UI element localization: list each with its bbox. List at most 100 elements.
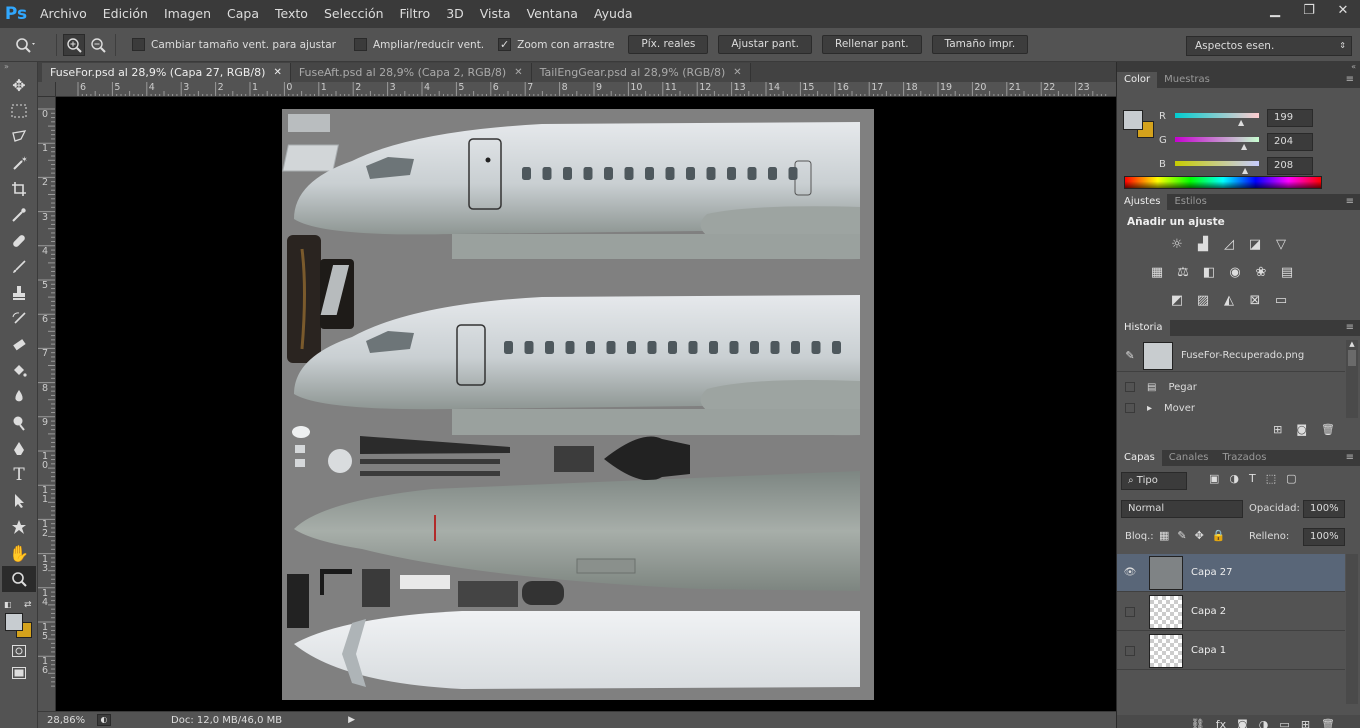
close-button[interactable]: ✕ — [1326, 0, 1360, 20]
clone-stamp-tool[interactable] — [2, 280, 36, 306]
r-slider[interactable] — [1175, 113, 1259, 118]
crop-tool[interactable] — [2, 176, 36, 202]
fx-icon[interactable]: fx — [1216, 718, 1226, 728]
layer-row[interactable]: Capa 2 — [1117, 593, 1345, 631]
hand-tool[interactable]: ✋ — [2, 540, 36, 566]
shape-filter-icon[interactable]: ⬚ — [1266, 472, 1276, 485]
eye-icon[interactable]: 👁 — [1117, 567, 1143, 578]
path-selection-tool[interactable] — [2, 488, 36, 514]
new-layer-icon[interactable]: ⊞ — [1301, 718, 1310, 728]
blend-mode-select[interactable]: Normal — [1121, 500, 1243, 518]
zoom-level[interactable]: 28,86% — [47, 715, 91, 726]
history-item[interactable]: ▤ Pegar — [1117, 376, 1345, 398]
swap-colors-icon[interactable]: ⇄ — [24, 600, 32, 610]
restore-button[interactable]: ❐ — [1292, 0, 1326, 20]
history-checkbox[interactable] — [1125, 382, 1135, 392]
marquee-tool[interactable] — [2, 98, 36, 124]
close-tab-icon[interactable]: ✕ — [733, 67, 741, 78]
custom-shape-tool[interactable] — [2, 514, 36, 540]
default-colors-icon[interactable]: ◧ — [4, 600, 12, 609]
r-value-input[interactable]: 199 — [1267, 109, 1313, 127]
slider-thumb-icon[interactable]: ▲ — [1242, 166, 1248, 175]
zoom-tool[interactable] — [2, 566, 36, 592]
healing-brush-tool[interactable] — [2, 228, 36, 254]
slider-thumb-icon[interactable]: ▲ — [1238, 118, 1244, 127]
print-size-button[interactable]: Tamaño impr. — [931, 35, 1029, 54]
ruler-corner[interactable] — [38, 82, 56, 97]
fg-swatch[interactable] — [1123, 110, 1143, 130]
lock-all-icon[interactable]: 🔒 — [1212, 529, 1226, 542]
blur-tool[interactable] — [2, 384, 36, 410]
zoom-tool-preset[interactable] — [0, 37, 50, 53]
minimize-button[interactable]: ▁ — [1258, 0, 1292, 20]
fill-input[interactable]: 100% — [1303, 528, 1345, 546]
menu-vista[interactable]: Vista — [472, 0, 519, 28]
color-ramp[interactable] — [1124, 176, 1322, 189]
vertical-ruler[interactable]: 0 1 2 3 4 5 6 7 8 9 1 0 1 1 1 2 1 3 1 4 1 5 1 6 — [38, 97, 56, 711]
image-filter-icon[interactable]: ▣ — [1209, 472, 1219, 485]
workspace-select[interactable]: Aspectos esen. ⇕ — [1186, 36, 1352, 56]
opacity-input[interactable]: 100% — [1303, 500, 1345, 518]
pen-tool[interactable] — [2, 436, 36, 462]
lasso-tool[interactable] — [2, 124, 36, 150]
panel-menu-icon[interactable]: ≡ — [1346, 322, 1354, 333]
fit-screen-button[interactable]: Ajustar pant. — [718, 35, 813, 54]
exposure-icon[interactable]: ◪ — [1245, 234, 1265, 254]
zoom-out-button[interactable] — [87, 34, 109, 56]
menu-imagen[interactable]: Imagen — [156, 0, 219, 28]
vibrance-icon[interactable]: ▽ — [1271, 234, 1291, 254]
tab-history[interactable]: Historia — [1117, 320, 1170, 336]
black-white-icon[interactable]: ◧ — [1199, 262, 1219, 282]
panel-menu-icon[interactable]: ≡ — [1346, 74, 1354, 85]
menu-ayuda[interactable]: Ayuda — [586, 0, 641, 28]
mask-icon[interactable]: ◙ — [1237, 718, 1248, 728]
tab-layers[interactable]: Capas — [1117, 450, 1162, 466]
layer-filter-select[interactable]: ⌕ Tipo — [1121, 472, 1187, 490]
history-brush-icon[interactable]: ✎ — [1117, 349, 1143, 362]
close-tab-icon[interactable]: ✕ — [514, 67, 522, 78]
tab-channels[interactable]: Canales — [1162, 450, 1216, 466]
tab-styles[interactable]: Estilos — [1167, 194, 1213, 210]
eraser-tool[interactable] — [2, 332, 36, 358]
visibility-checkbox[interactable] — [1117, 645, 1143, 656]
magic-wand-tool[interactable]: ✶ — [2, 150, 36, 176]
trash-icon[interactable]: 🗑 — [1321, 423, 1335, 436]
adjustment-layer-icon[interactable]: ◑ — [1259, 718, 1269, 728]
type-tool[interactable]: T — [2, 462, 36, 488]
tab-fusefor[interactable]: FuseFor.psd al 28,9% (Capa 27, RGB/8) ✕ — [42, 63, 291, 82]
threshold-icon[interactable]: ◭ — [1219, 290, 1239, 310]
photo-filter-icon[interactable]: ◉ — [1225, 262, 1245, 282]
panel-menu-icon[interactable]: ≡ — [1346, 196, 1354, 207]
menu-texto[interactable]: Texto — [267, 0, 316, 28]
lock-position-icon[interactable]: ✥ — [1195, 529, 1204, 542]
scroll-up-icon[interactable]: ▲ — [1346, 340, 1358, 348]
collapse-icon[interactable]: « — [1117, 62, 1360, 72]
quick-mask-button[interactable] — [2, 640, 36, 662]
camera-icon[interactable]: ◙ — [1296, 423, 1307, 436]
history-checkbox[interactable] — [1125, 403, 1135, 413]
visibility-checkbox[interactable] — [1117, 606, 1143, 617]
menu-archivo[interactable]: Archivo — [32, 0, 95, 28]
g-value-input[interactable]: 204 — [1267, 133, 1313, 151]
zoom-in-button[interactable] — [63, 33, 85, 56]
resize-windows-checkbox[interactable]: Cambiar tamaño vent. para ajustar — [132, 38, 336, 51]
history-scrollbar[interactable]: ▲ — [1346, 340, 1358, 418]
tab-swatches[interactable]: Muestras — [1157, 72, 1217, 88]
smart-object-filter-icon[interactable]: ▢ — [1286, 472, 1296, 485]
tab-tailenggear[interactable]: TailEngGear.psd al 28,9% (RGB/8) ✕ — [531, 63, 751, 82]
status-menu-arrow-icon[interactable]: ▶ — [348, 715, 355, 725]
brush-tool[interactable] — [2, 254, 36, 280]
color-lookup-icon[interactable]: ▤ — [1277, 262, 1297, 282]
zoom-all-checkbox[interactable]: Ampliar/reducir vent. — [353, 38, 484, 51]
posterize-icon[interactable]: ▨ — [1193, 290, 1213, 310]
move-tool[interactable]: ✥ — [2, 72, 36, 98]
type-filter-icon[interactable]: T — [1249, 472, 1256, 485]
trash-icon[interactable]: 🗑 — [1321, 718, 1335, 728]
b-value-input[interactable]: 208 — [1267, 157, 1313, 175]
panel-menu-icon[interactable]: ≡ — [1346, 452, 1354, 463]
color-balance-icon[interactable]: ⚖ — [1173, 262, 1193, 282]
canvas-area[interactable] — [56, 97, 1116, 711]
history-item[interactable]: ▸ Mover — [1117, 398, 1345, 418]
document-canvas[interactable] — [282, 109, 874, 700]
selective-color-icon[interactable]: ⊠ — [1245, 290, 1265, 310]
